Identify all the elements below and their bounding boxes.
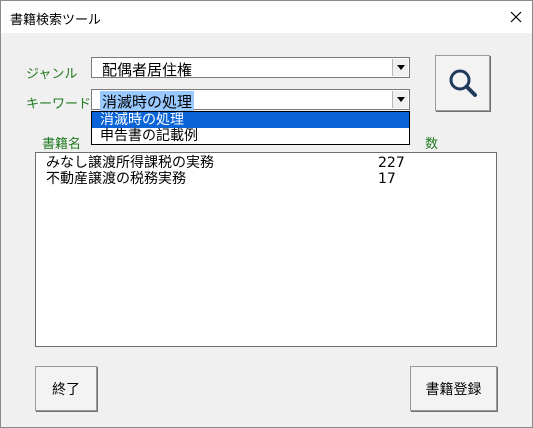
results-header-title: 書籍名 (42, 137, 82, 152)
results-list[interactable]: みなし譲渡所得課税の実務 227 不動産譲渡の税務実務 17 (35, 152, 497, 347)
register-book-button[interactable]: 書籍登録 (410, 366, 497, 411)
genre-value: 配偶者居住権 (102, 61, 193, 79)
keyword-dropdown-list[interactable]: 消滅時の処理 申告書の記載例 (91, 111, 410, 145)
genre-label: ジャンル (26, 67, 78, 82)
chevron-down-icon (396, 97, 405, 102)
search-button[interactable] (435, 55, 490, 111)
window-title: 書籍検索ツール (10, 13, 102, 28)
keyword-dropdown-button[interactable] (392, 91, 408, 108)
book-title: 不動産譲渡の税務実務 (46, 171, 186, 187)
keyword-combobox[interactable]: 消滅時の処理 (91, 89, 410, 112)
book-title: みなし譲渡所得課税の実務 (46, 155, 214, 171)
title-bar: 書籍検索ツール (1, 1, 532, 33)
close-button[interactable] (500, 1, 532, 33)
dropdown-option[interactable]: 申告書の記載例 (92, 128, 409, 144)
keyword-label: キーワード (26, 97, 92, 112)
keyword-value: 消滅時の処理 (100, 91, 195, 112)
chevron-down-icon (396, 65, 405, 70)
results-header-count: 数 (425, 137, 439, 152)
book-count: 17 (378, 171, 396, 187)
book-count: 227 (378, 155, 405, 171)
genre-dropdown-button[interactable] (392, 59, 408, 76)
close-icon (510, 11, 522, 23)
dropdown-option-selected[interactable]: 消滅時の処理 (92, 112, 409, 128)
search-icon (449, 69, 477, 97)
genre-combobox[interactable]: 配偶者居住権 (91, 57, 410, 79)
tool-window: 書籍検索ツール ジャンル 配偶者居住権 キーワード 消滅時の処理 書籍名 数 み… (0, 0, 533, 428)
exit-button[interactable]: 終了 (35, 366, 97, 411)
